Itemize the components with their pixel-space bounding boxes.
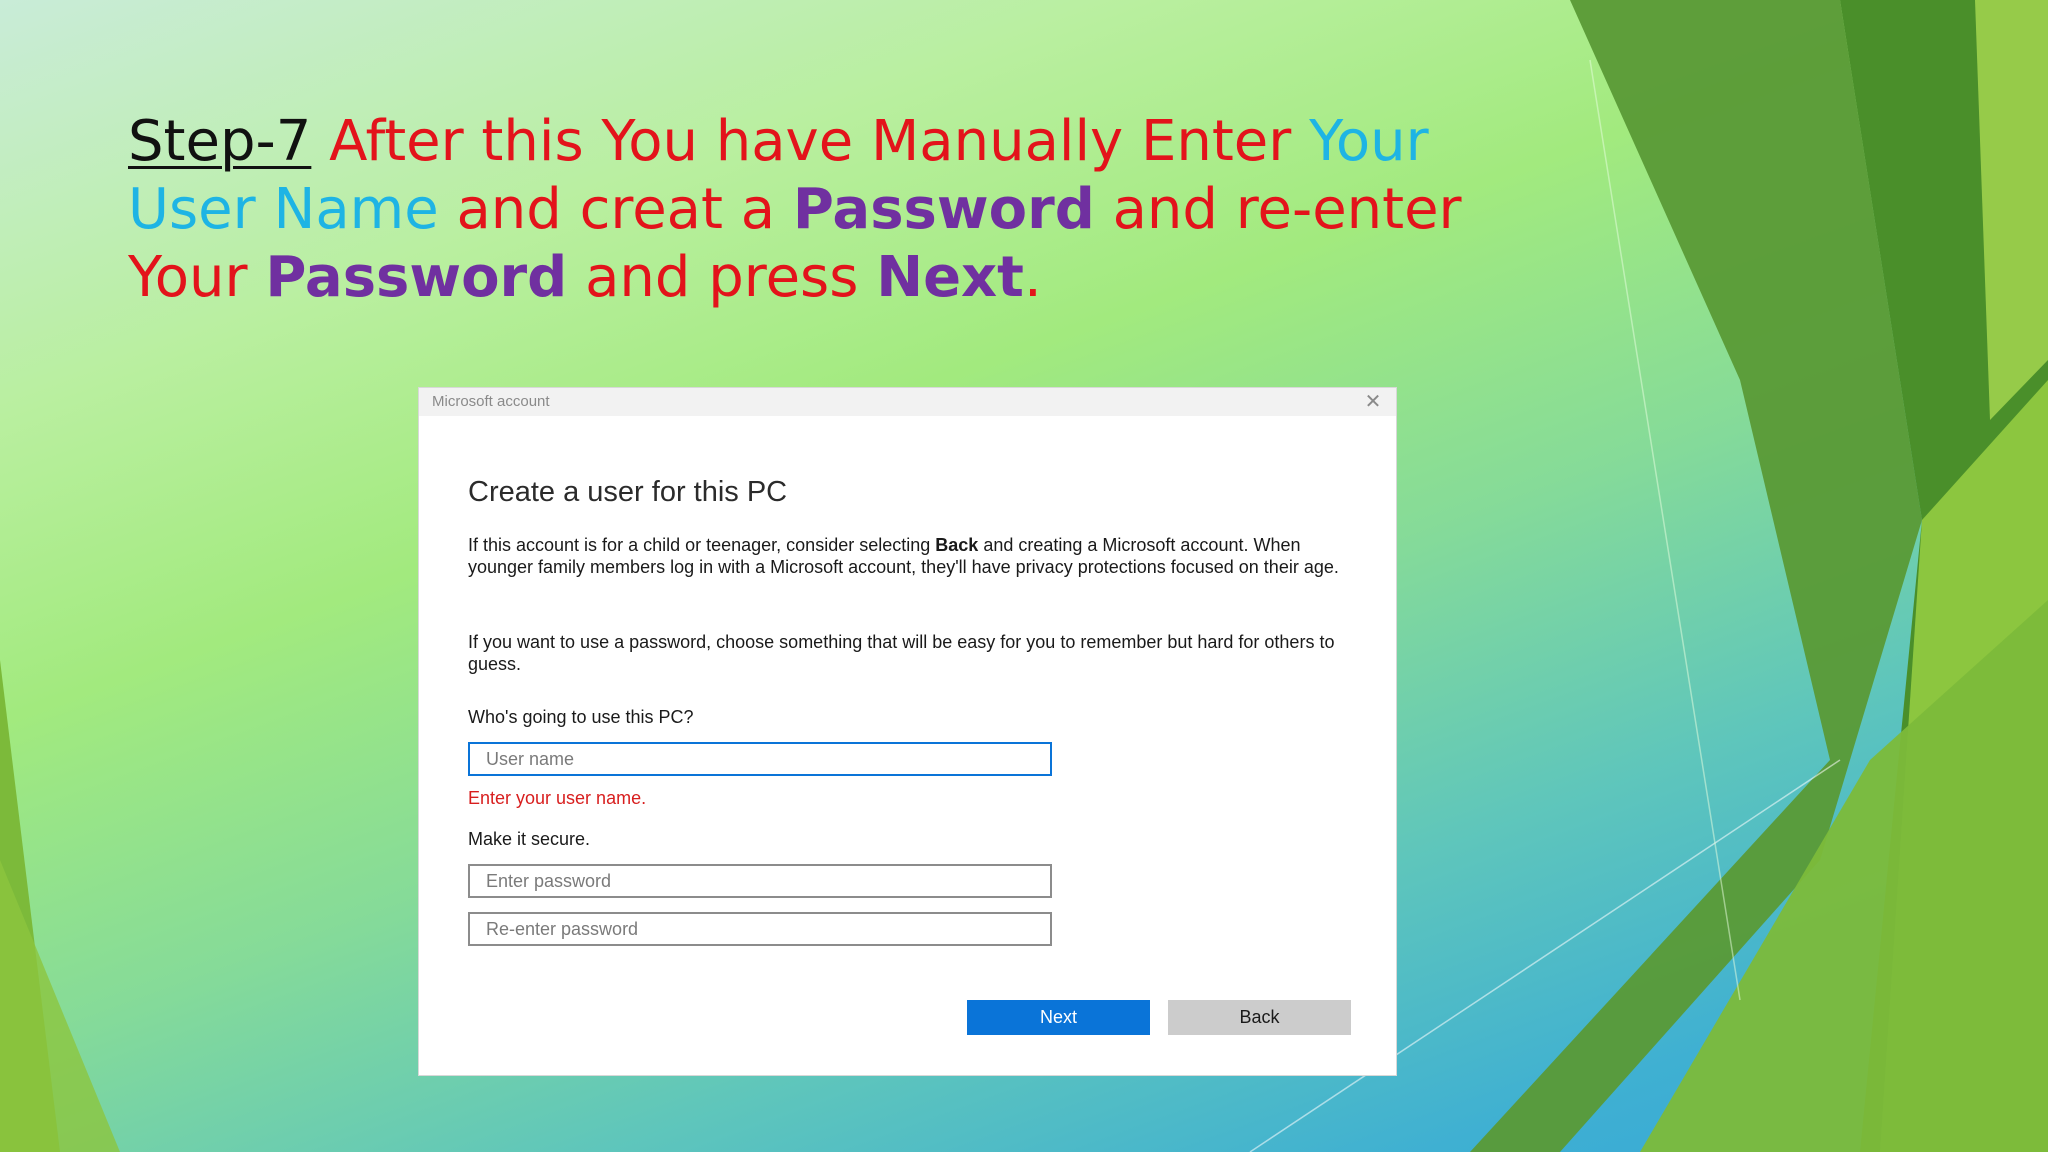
title-highlight-password-1: Password	[792, 177, 1095, 242]
reenter-password-input[interactable]	[468, 912, 1052, 946]
password-input[interactable]	[468, 864, 1052, 898]
window-title: Microsoft account	[432, 393, 550, 410]
close-icon[interactable]: ✕	[1360, 390, 1386, 414]
info-text-bold-back: Back	[935, 535, 979, 555]
secure-label: Make it secure.	[468, 829, 591, 849]
back-button[interactable]: Back	[1168, 1000, 1351, 1035]
dialog-heading: Create a user for this PC	[468, 476, 788, 508]
step-label: Step-7	[128, 109, 312, 174]
who-label: Who's going to use this PC?	[468, 707, 694, 727]
next-button[interactable]: Next	[967, 1000, 1150, 1035]
title-text-1: After this You have Manually Enter	[329, 109, 1292, 174]
slide-title: Step-7 After this You have Manually Ente…	[128, 108, 1548, 312]
username-input[interactable]	[468, 742, 1052, 776]
dialog-titlebar[interactable]: Microsoft account ✕	[419, 388, 1396, 416]
title-period: .	[1023, 245, 1042, 310]
title-text-2: and creat a	[456, 177, 776, 242]
title-highlight-password-2: Password	[265, 245, 568, 310]
child-account-info: If this account is for a child or teenag…	[468, 534, 1348, 578]
username-error: Enter your user name.	[468, 788, 647, 808]
title-highlight-next: Next	[876, 245, 1024, 310]
info-text-start: If this account is for a child or teenag…	[468, 535, 931, 555]
title-text-4: and press	[585, 245, 859, 310]
microsoft-account-dialog: Microsoft account ✕ Create a user for th…	[419, 388, 1396, 1075]
password-advice: If you want to use a password, choose so…	[468, 632, 1335, 674]
